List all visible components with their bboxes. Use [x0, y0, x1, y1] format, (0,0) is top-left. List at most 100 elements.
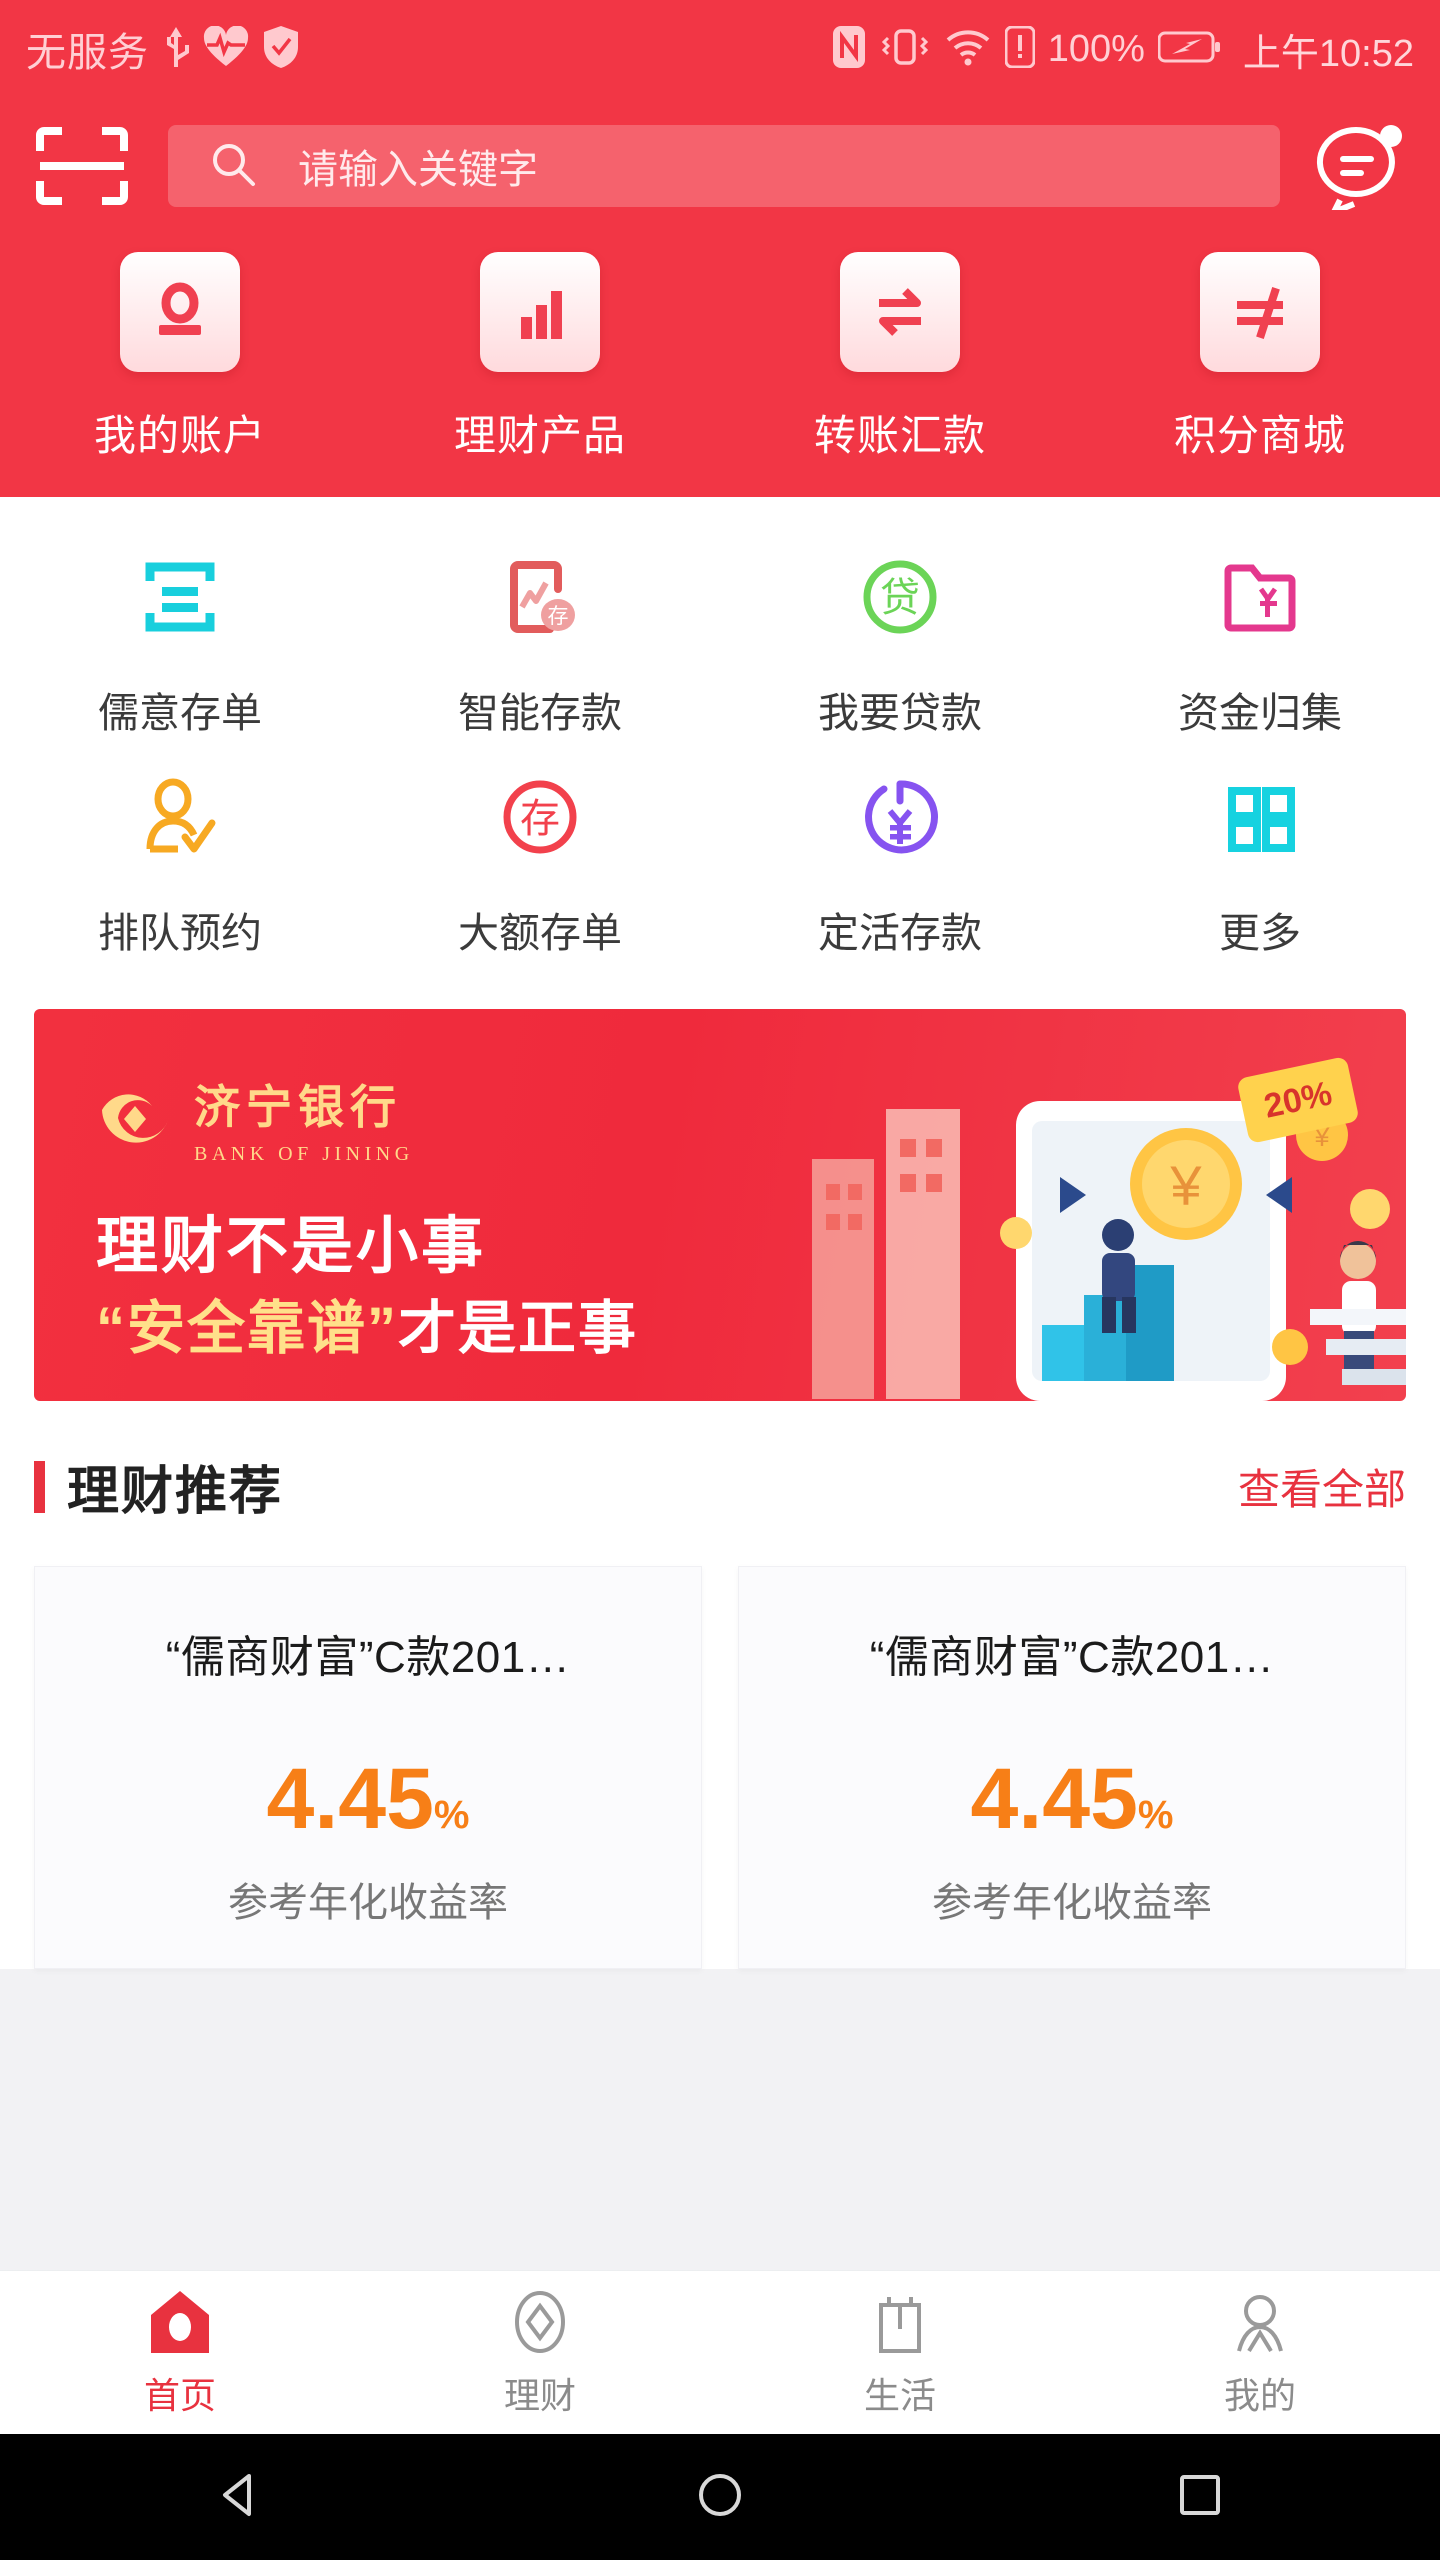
wifi-icon [944, 27, 992, 72]
product-card-list: “儒商财富”C款201… 4.45% 参考年化收益率 “儒商财富”C款201… … [0, 1540, 1440, 1969]
banner-subheadline-quote: “安全靠谱” [96, 1296, 399, 1361]
service-item-queue-booking[interactable]: 排队预约 [0, 761, 360, 959]
tab-label: 我的 [1223, 2374, 1296, 2416]
quick-action-my-account[interactable]: 我的账户 [0, 252, 360, 463]
promo-banner[interactable]: ¥ ¥ 20% 济宁银行 BANK OF JINING 理财不是小事 “安全靠谱… [34, 1009, 1406, 1401]
quick-action-transfer[interactable]: 转账汇款 [720, 252, 1080, 463]
heartbeat-icon [203, 24, 249, 73]
service-item-fund-collection[interactable]: 资金归集 [1080, 541, 1440, 739]
tab-life[interactable]: 生活 [720, 2287, 1080, 2419]
product-rate-value: 4.45 [970, 1751, 1138, 1847]
home-icon [149, 2287, 211, 2355]
service-item-ruyi-deposit[interactable]: 儒意存单 [0, 541, 360, 739]
service-label: 我要贷款 [818, 690, 982, 736]
service-label: 智能存款 [458, 690, 622, 736]
service-label: 大额存单 [458, 910, 622, 956]
product-name: “儒商财富”C款201… [165, 1621, 571, 1685]
bank-name-en: BANK OF JINING [194, 1143, 414, 1165]
loan-icon: 贷 [844, 541, 956, 653]
section-accent-bar [34, 1460, 45, 1513]
quick-action-wealth-products[interactable]: 理财产品 [360, 252, 720, 463]
message-badge-dot [1380, 125, 1402, 147]
life-bag-icon [869, 2287, 931, 2355]
quick-action-points-mall[interactable]: 积分商城 [1080, 252, 1440, 463]
android-navigation-bar [0, 2434, 1440, 2560]
app-header: 请输入关键字 我的账户 理财产品 转账汇款 积分商城 [0, 98, 1440, 497]
tab-mine[interactable]: 我的 [1080, 2287, 1440, 2419]
svg-text:存: 存 [548, 605, 569, 628]
back-triangle-icon[interactable] [213, 2468, 267, 2527]
product-name: “儒商财富”C款201… [869, 1621, 1275, 1685]
product-rate-percent: % [433, 1793, 470, 1837]
battery-percent-label: 100% [1047, 27, 1145, 70]
quick-action-label: 理财产品 [453, 412, 626, 459]
product-rate-caption: 参考年化收益率 [228, 1881, 508, 1925]
tab-finance[interactable]: 理财 [360, 2287, 720, 2419]
person-icon [1229, 2287, 1291, 2355]
quick-action-label: 我的账户 [93, 412, 266, 459]
service-row-2: 排队预约 存 大额存单 定活存款 更多 [0, 761, 1440, 959]
tab-label: 首页 [143, 2374, 216, 2416]
service-label: 排队预约 [98, 910, 262, 956]
usb-icon [163, 25, 189, 74]
shield-check-icon [263, 25, 299, 74]
bottom-tab-bar: 首页 理财 生活 我的 [0, 2270, 1440, 2434]
bank-logo-text: 济宁银行 BANK OF JINING [194, 1071, 414, 1166]
svg-text:贷: 贷 [880, 576, 920, 620]
service-item-large-deposit[interactable]: 存 大额存单 [360, 761, 720, 959]
service-item-smart-deposit[interactable]: 存 智能存款 [360, 541, 720, 739]
home-circle-icon[interactable] [693, 2468, 747, 2527]
bank-logo: 济宁银行 BANK OF JINING [96, 1071, 414, 1166]
transfer-icon [840, 252, 960, 372]
quick-action-label: 转账汇款 [813, 412, 986, 459]
status-bar-left: 无服务 [26, 20, 299, 78]
points-mall-icon [1200, 252, 1320, 372]
search-icon [210, 141, 256, 192]
alert-icon [1004, 25, 1036, 73]
finance-diamond-icon [509, 2287, 571, 2355]
quick-action-grid: 我的账户 理财产品 转账汇款 积分商城 [0, 216, 1440, 463]
battery-icon [1157, 30, 1220, 69]
section-header: 理财推荐 查看全部 [0, 1427, 1440, 1540]
message-icon[interactable] [1310, 122, 1406, 218]
product-rate: 4.45% [65, 1756, 671, 1842]
promo-banner-wrapper: ¥ ¥ 20% 济宁银行 BANK OF JINING 理财不是小事 “安全靠谱… [0, 993, 1440, 1427]
product-card[interactable]: “儒商财富”C款201… 4.45% 参考年化收益率 [34, 1566, 702, 1969]
recents-square-icon[interactable] [1173, 2468, 1227, 2527]
tab-label: 理财 [503, 2374, 576, 2416]
search-row: 请输入关键字 [0, 98, 1440, 218]
product-rate-percent: % [1137, 1793, 1174, 1837]
carrier-label: 无服务 [26, 31, 149, 75]
more-grid-icon [1204, 761, 1316, 873]
time-deposit-icon [844, 761, 956, 873]
smart-deposit-icon: 存 [484, 541, 596, 653]
vibrate-icon [879, 25, 931, 74]
product-rate-caption: 参考年化收益率 [932, 1881, 1212, 1925]
scan-icon[interactable] [34, 125, 130, 207]
service-item-more[interactable]: 更多 [1080, 761, 1440, 959]
product-rate: 4.45% [769, 1756, 1375, 1842]
quick-action-label: 积分商城 [1173, 412, 1346, 459]
nfc-icon [832, 25, 866, 74]
fund-collect-icon [1204, 541, 1316, 653]
service-item-loan[interactable]: 贷 我要贷款 [720, 541, 1080, 739]
view-all-link[interactable]: 查看全部 [1238, 1456, 1406, 1517]
banner-subheadline-rest: 才是正事 [398, 1296, 639, 1361]
page-title: 理财推荐 [67, 1463, 284, 1521]
tab-label: 生活 [863, 2374, 936, 2416]
product-card[interactable]: “儒商财富”C款201… 4.45% 参考年化收益率 [738, 1566, 1406, 1969]
service-label: 资金归集 [1178, 690, 1342, 736]
tab-home[interactable]: 首页 [0, 2287, 360, 2419]
large-deposit-icon: 存 [484, 761, 596, 873]
queue-booking-icon [124, 761, 236, 873]
status-bar: 无服务 100% 上午10:52 [0, 0, 1440, 98]
search-placeholder: 请输入关键字 [298, 148, 538, 192]
service-label: 儒意存单 [98, 690, 262, 736]
service-item-time-deposit[interactable]: 定活存款 [720, 761, 1080, 959]
search-input[interactable]: 请输入关键字 [168, 125, 1280, 207]
app-root: 无服务 100% 上午10:52 请输入关键字 我的账户 理财产品 转账汇款 积… [0, 0, 1440, 2560]
service-row-1: 儒意存单 存 智能存款 贷 我要贷款 资金归集 [0, 541, 1440, 739]
clock-label: 上午10:52 [1242, 32, 1414, 75]
banner-subheadline: “安全靠谱”才是正事 [96, 1281, 638, 1365]
svg-text:¥: ¥ [1169, 1154, 1202, 1217]
